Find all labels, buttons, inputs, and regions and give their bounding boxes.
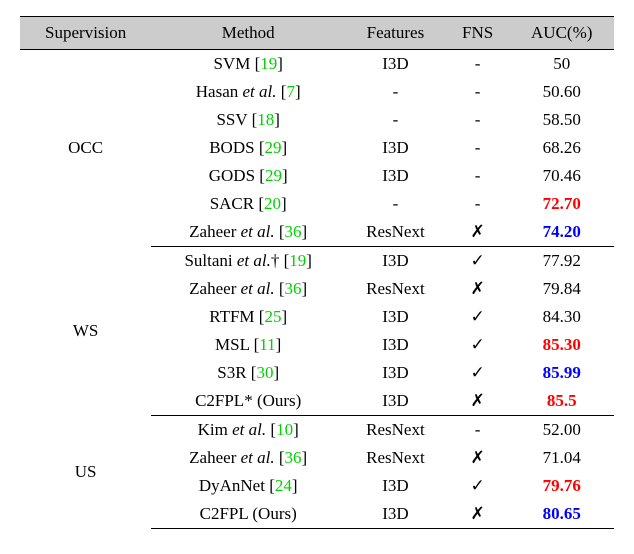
features-cell: ResNext (345, 416, 446, 445)
features-cell: ResNext (345, 444, 446, 472)
features-cell: I3D (345, 331, 446, 359)
fns-cell: ✗ (446, 444, 510, 472)
citation-ref: 25 (264, 307, 281, 326)
fns-cell: - (446, 416, 510, 445)
citation-ref: 36 (285, 448, 302, 467)
features-cell: - (345, 78, 446, 106)
features-cell: I3D (345, 500, 446, 529)
auc-cell: 70.46 (509, 162, 614, 190)
col-supervision: Supervision (20, 17, 151, 50)
features-cell: ResNext (345, 218, 446, 247)
method-cell: Zaheer et al. [36] (151, 275, 345, 303)
citation-ref: 36 (285, 222, 302, 241)
col-fns: FNS (446, 17, 510, 50)
header-row: Supervision Method Features FNS AUC(%) (20, 17, 614, 50)
fns-cell: - (446, 190, 510, 218)
fns-cell: ✓ (446, 303, 510, 331)
citation-ref: 29 (265, 166, 282, 185)
citation-ref: 29 (264, 138, 281, 157)
table-row: OCCSVM [19]I3D-50 (20, 50, 614, 79)
auc-cell: 58.50 (509, 106, 614, 134)
fns-cell: ✓ (446, 331, 510, 359)
col-auc: AUC(%) (509, 17, 614, 50)
fns-cell: ✓ (446, 359, 510, 387)
table-row: USKim et al. [10]ResNext-52.00 (20, 416, 614, 445)
features-cell: I3D (345, 162, 446, 190)
features-cell: I3D (345, 50, 446, 79)
citation-ref: 30 (256, 363, 273, 382)
method-cell: Zaheer et al. [36] (151, 218, 345, 247)
method-cell: Kim et al. [10] (151, 416, 345, 445)
method-cell: C2FPL* (Ours) (151, 387, 345, 416)
citation-ref: 10 (276, 420, 293, 439)
features-cell: I3D (345, 247, 446, 276)
method-cell: GODS [29] (151, 162, 345, 190)
citation-ref: 11 (259, 335, 275, 354)
method-cell: SACR [20] (151, 190, 345, 218)
method-cell: Zaheer et al. [36] (151, 444, 345, 472)
auc-cell: 79.76 (509, 472, 614, 500)
auc-cell: 74.20 (509, 218, 614, 247)
method-cell: C2FPL (Ours) (151, 500, 345, 529)
method-cell: MSL [11] (151, 331, 345, 359)
method-cell: RTFM [25] (151, 303, 345, 331)
fns-cell: ✓ (446, 247, 510, 276)
auc-cell: 85.5 (509, 387, 614, 416)
auc-cell: 77.92 (509, 247, 614, 276)
method-cell: BODS [29] (151, 134, 345, 162)
method-cell: S3R [30] (151, 359, 345, 387)
method-cell: DyAnNet [24] (151, 472, 345, 500)
fns-cell: - (446, 134, 510, 162)
auc-cell: 71.04 (509, 444, 614, 472)
auc-cell: 52.00 (509, 416, 614, 445)
col-method: Method (151, 17, 345, 50)
supervision-label: US (20, 416, 151, 529)
citation-ref: 19 (289, 251, 306, 270)
auc-cell: 68.26 (509, 134, 614, 162)
features-cell: I3D (345, 134, 446, 162)
fns-cell: - (446, 106, 510, 134)
method-cell: Sultani et al.† [19] (151, 247, 345, 276)
citation-ref: 24 (275, 476, 292, 495)
col-features: Features (345, 17, 446, 50)
supervision-label: WS (20, 247, 151, 416)
fns-cell: ✗ (446, 500, 510, 529)
auc-cell: 85.30 (509, 331, 614, 359)
citation-ref: 19 (260, 54, 277, 73)
fns-cell: ✗ (446, 387, 510, 416)
method-cell: SVM [19] (151, 50, 345, 79)
features-cell: I3D (345, 472, 446, 500)
citation-ref: 36 (285, 279, 302, 298)
auc-cell: 72.70 (509, 190, 614, 218)
features-cell: I3D (345, 303, 446, 331)
method-cell: SSV [18] (151, 106, 345, 134)
citation-ref: 7 (286, 82, 295, 101)
fns-cell: ✗ (446, 218, 510, 247)
auc-cell: 50 (509, 50, 614, 79)
auc-cell: 50.60 (509, 78, 614, 106)
fns-cell: - (446, 50, 510, 79)
citation-ref: 20 (264, 194, 281, 213)
fns-cell: - (446, 78, 510, 106)
auc-cell: 85.99 (509, 359, 614, 387)
supervision-label: OCC (20, 50, 151, 247)
fns-cell: - (446, 162, 510, 190)
citation-ref: 18 (257, 110, 274, 129)
fns-cell: ✓ (446, 472, 510, 500)
features-cell: - (345, 106, 446, 134)
auc-cell: 79.84 (509, 275, 614, 303)
features-cell: I3D (345, 387, 446, 416)
auc-cell: 80.65 (509, 500, 614, 529)
results-table: Supervision Method Features FNS AUC(%) O… (20, 16, 614, 529)
features-cell: ResNext (345, 275, 446, 303)
method-cell: Hasan et al. [7] (151, 78, 345, 106)
fns-cell: ✗ (446, 275, 510, 303)
features-cell: I3D (345, 359, 446, 387)
auc-cell: 84.30 (509, 303, 614, 331)
table-row: WSSultani et al.† [19]I3D✓77.92 (20, 247, 614, 276)
features-cell: - (345, 190, 446, 218)
